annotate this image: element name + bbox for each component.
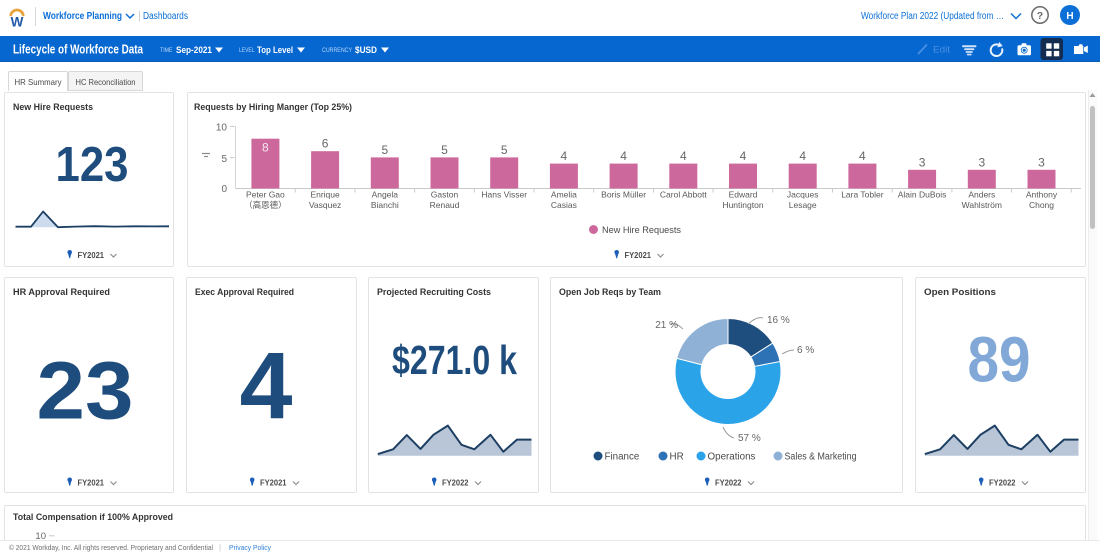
svg-text:Casias: Casias bbox=[551, 200, 577, 210]
svg-text:16 %: 16 % bbox=[767, 315, 790, 326]
svg-text:4: 4 bbox=[799, 149, 806, 163]
svg-text:Amelia: Amelia bbox=[551, 190, 577, 200]
svg-text:|: | bbox=[219, 543, 221, 552]
svg-text:Wahlström: Wahlström bbox=[962, 200, 1002, 210]
svg-text:Bianchi: Bianchi bbox=[371, 200, 399, 210]
svg-text:FY2021: FY2021 bbox=[625, 251, 652, 260]
svg-text:Alain DuBois: Alain DuBois bbox=[898, 190, 947, 200]
svg-text:6: 6 bbox=[322, 137, 329, 151]
svg-text:Angela: Angela bbox=[372, 190, 399, 200]
svg-text:Anthony: Anthony bbox=[1026, 190, 1058, 200]
svg-text:4: 4 bbox=[740, 149, 747, 163]
svg-text:FY2022: FY2022 bbox=[715, 479, 742, 488]
svg-text:FY2021: FY2021 bbox=[260, 479, 287, 488]
svg-text:4: 4 bbox=[680, 149, 687, 163]
svg-text:Enrique: Enrique bbox=[310, 190, 340, 200]
svg-text:Exec Approval Required: Exec Approval Required bbox=[195, 287, 294, 298]
svg-text:TIME: TIME bbox=[160, 47, 173, 54]
svg-text:Dashboards: Dashboards bbox=[143, 11, 188, 22]
svg-text:5: 5 bbox=[381, 143, 388, 157]
svg-text:HR Summary: HR Summary bbox=[15, 77, 63, 87]
svg-text:Privacy Policy: Privacy Policy bbox=[229, 543, 271, 552]
svg-text:W: W bbox=[11, 15, 24, 30]
svg-text:Anders: Anders bbox=[968, 190, 995, 200]
svg-text:Edit: Edit bbox=[933, 45, 950, 56]
svg-text:23: 23 bbox=[37, 346, 134, 437]
svg-text:LEVEL: LEVEL bbox=[239, 47, 255, 54]
svg-text:Operations: Operations bbox=[708, 452, 756, 463]
svg-text:3: 3 bbox=[919, 155, 926, 169]
svg-text:Peter Gao: Peter Gao bbox=[246, 190, 285, 200]
svg-text:0: 0 bbox=[221, 184, 227, 195]
svg-text:Edward: Edward bbox=[729, 190, 758, 200]
svg-text:89: 89 bbox=[968, 324, 1031, 396]
svg-text:?: ? bbox=[1037, 10, 1043, 22]
svg-text:Open Job Reqs by Team: Open Job Reqs by Team bbox=[559, 287, 661, 298]
svg-text:HR Approval Required: HR Approval Required bbox=[13, 287, 110, 298]
svg-text:4: 4 bbox=[240, 334, 293, 440]
svg-text:Huntington: Huntington bbox=[722, 200, 763, 210]
svg-text:（高恩德）: （高恩德） bbox=[244, 200, 287, 210]
svg-text:Sep-2021: Sep-2021 bbox=[176, 45, 213, 56]
svg-text:New Hire Requests: New Hire Requests bbox=[13, 102, 93, 113]
svg-text:Total Compensation if 100% App: Total Compensation if 100% Approved bbox=[13, 512, 173, 523]
svg-text:10: 10 bbox=[216, 123, 228, 134]
svg-text:8: 8 bbox=[262, 141, 269, 155]
svg-text:HR: HR bbox=[670, 452, 684, 463]
svg-text:Workforce Planning: Workforce Planning bbox=[43, 11, 122, 22]
svg-text:Jacques: Jacques bbox=[787, 190, 819, 200]
svg-text:Open Positions: Open Positions bbox=[924, 287, 996, 298]
svg-text:|: | bbox=[138, 10, 141, 22]
svg-text:FY2022: FY2022 bbox=[442, 479, 469, 488]
svg-text:New Hire Requests: New Hire Requests bbox=[602, 225, 681, 236]
svg-text:Hans Visser: Hans Visser bbox=[481, 190, 527, 200]
svg-text:FY2022: FY2022 bbox=[989, 479, 1016, 488]
svg-text:Lara Tobler: Lara Tobler bbox=[841, 190, 884, 200]
svg-text:Projected Recruiting Costs: Projected Recruiting Costs bbox=[377, 287, 491, 298]
svg-text:H: H bbox=[1066, 11, 1073, 22]
svg-text:FY2021: FY2021 bbox=[78, 251, 105, 260]
svg-text:Boris Müller: Boris Müller bbox=[601, 190, 646, 200]
svg-text:3: 3 bbox=[978, 155, 985, 169]
svg-text:FY2021: FY2021 bbox=[78, 479, 105, 488]
svg-text:5: 5 bbox=[501, 143, 508, 157]
svg-text:Lesage: Lesage bbox=[789, 200, 817, 210]
svg-text:$USD: $USD bbox=[355, 45, 377, 56]
svg-text:21 %: 21 % bbox=[655, 320, 678, 331]
svg-text:6 %: 6 % bbox=[797, 345, 814, 356]
svg-text:123: 123 bbox=[56, 138, 129, 192]
svg-text:© 2021 Workday, Inc. All right: © 2021 Workday, Inc. All rights reserved… bbox=[9, 543, 213, 552]
svg-text:5: 5 bbox=[221, 154, 227, 165]
svg-text:$271.0 k: $271.0 k bbox=[392, 337, 517, 383]
svg-text:Vasquez: Vasquez bbox=[309, 200, 341, 210]
svg-text:4: 4 bbox=[620, 149, 627, 163]
svg-text:Carol Abbott: Carol Abbott bbox=[660, 190, 707, 200]
svg-text:Renaud: Renaud bbox=[430, 200, 460, 210]
svg-text:57 %: 57 % bbox=[738, 433, 761, 444]
svg-text:4: 4 bbox=[859, 149, 866, 163]
svg-text:Gaston: Gaston bbox=[431, 190, 459, 200]
svg-text:5: 5 bbox=[441, 143, 448, 157]
svg-text:Sales & Marketing: Sales & Marketing bbox=[785, 452, 857, 463]
svg-text:Workforce Plan 2022 (Updated f: Workforce Plan 2022 (Updated from … bbox=[861, 11, 1004, 22]
svg-text:Requests by Hiring Manger (Top: Requests by Hiring Manger (Top 25%) bbox=[194, 102, 352, 113]
svg-text:4: 4 bbox=[561, 149, 568, 163]
svg-text:HC Reconciliation: HC Reconciliation bbox=[76, 77, 136, 87]
svg-text:Lifecycle of Workforce Data: Lifecycle of Workforce Data bbox=[13, 43, 144, 57]
svg-text:Chong: Chong bbox=[1029, 200, 1054, 210]
svg-text:Finance: Finance bbox=[605, 452, 640, 463]
svg-text:3: 3 bbox=[1038, 155, 1045, 169]
svg-text:Top Level: Top Level bbox=[257, 45, 293, 56]
svg-text:CURRENCY: CURRENCY bbox=[322, 47, 353, 54]
